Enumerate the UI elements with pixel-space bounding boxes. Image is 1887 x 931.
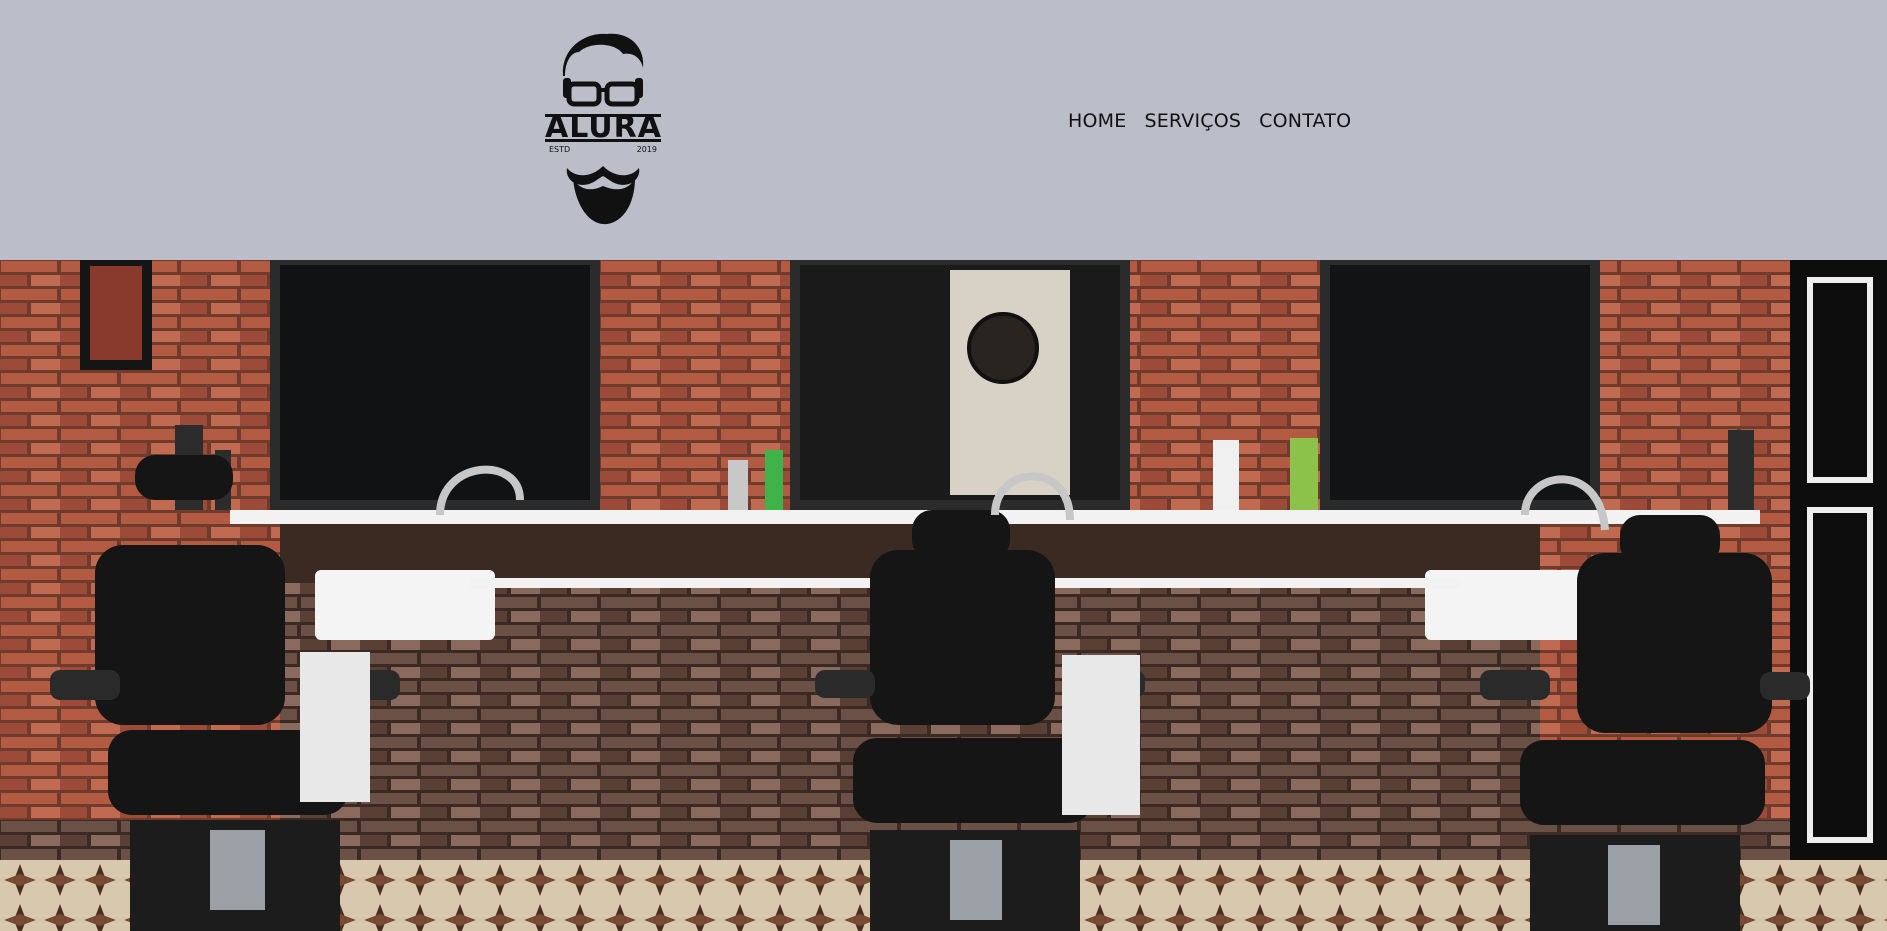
- nav-link-contato[interactable]: CONTATO: [1259, 110, 1351, 132]
- logo-estd-label: ESTD: [549, 145, 571, 154]
- nav-link-servicos[interactable]: SERVIÇOS: [1144, 110, 1241, 132]
- barbershop-illustration: [0, 260, 1887, 931]
- logo-year-label: 2019: [636, 145, 657, 154]
- nav-link-home[interactable]: HOME: [1068, 110, 1126, 132]
- site-header: ALURA ESTD 2019 HOME SERVIÇOS CONTATO: [0, 0, 1887, 260]
- logo-wordmark: ALURA: [545, 110, 662, 145]
- main-navigation: HOME SERVIÇOS CONTATO: [1068, 110, 1369, 132]
- hero-banner-image: [0, 260, 1887, 931]
- alura-logo[interactable]: ALURA ESTD 2019: [545, 28, 661, 228]
